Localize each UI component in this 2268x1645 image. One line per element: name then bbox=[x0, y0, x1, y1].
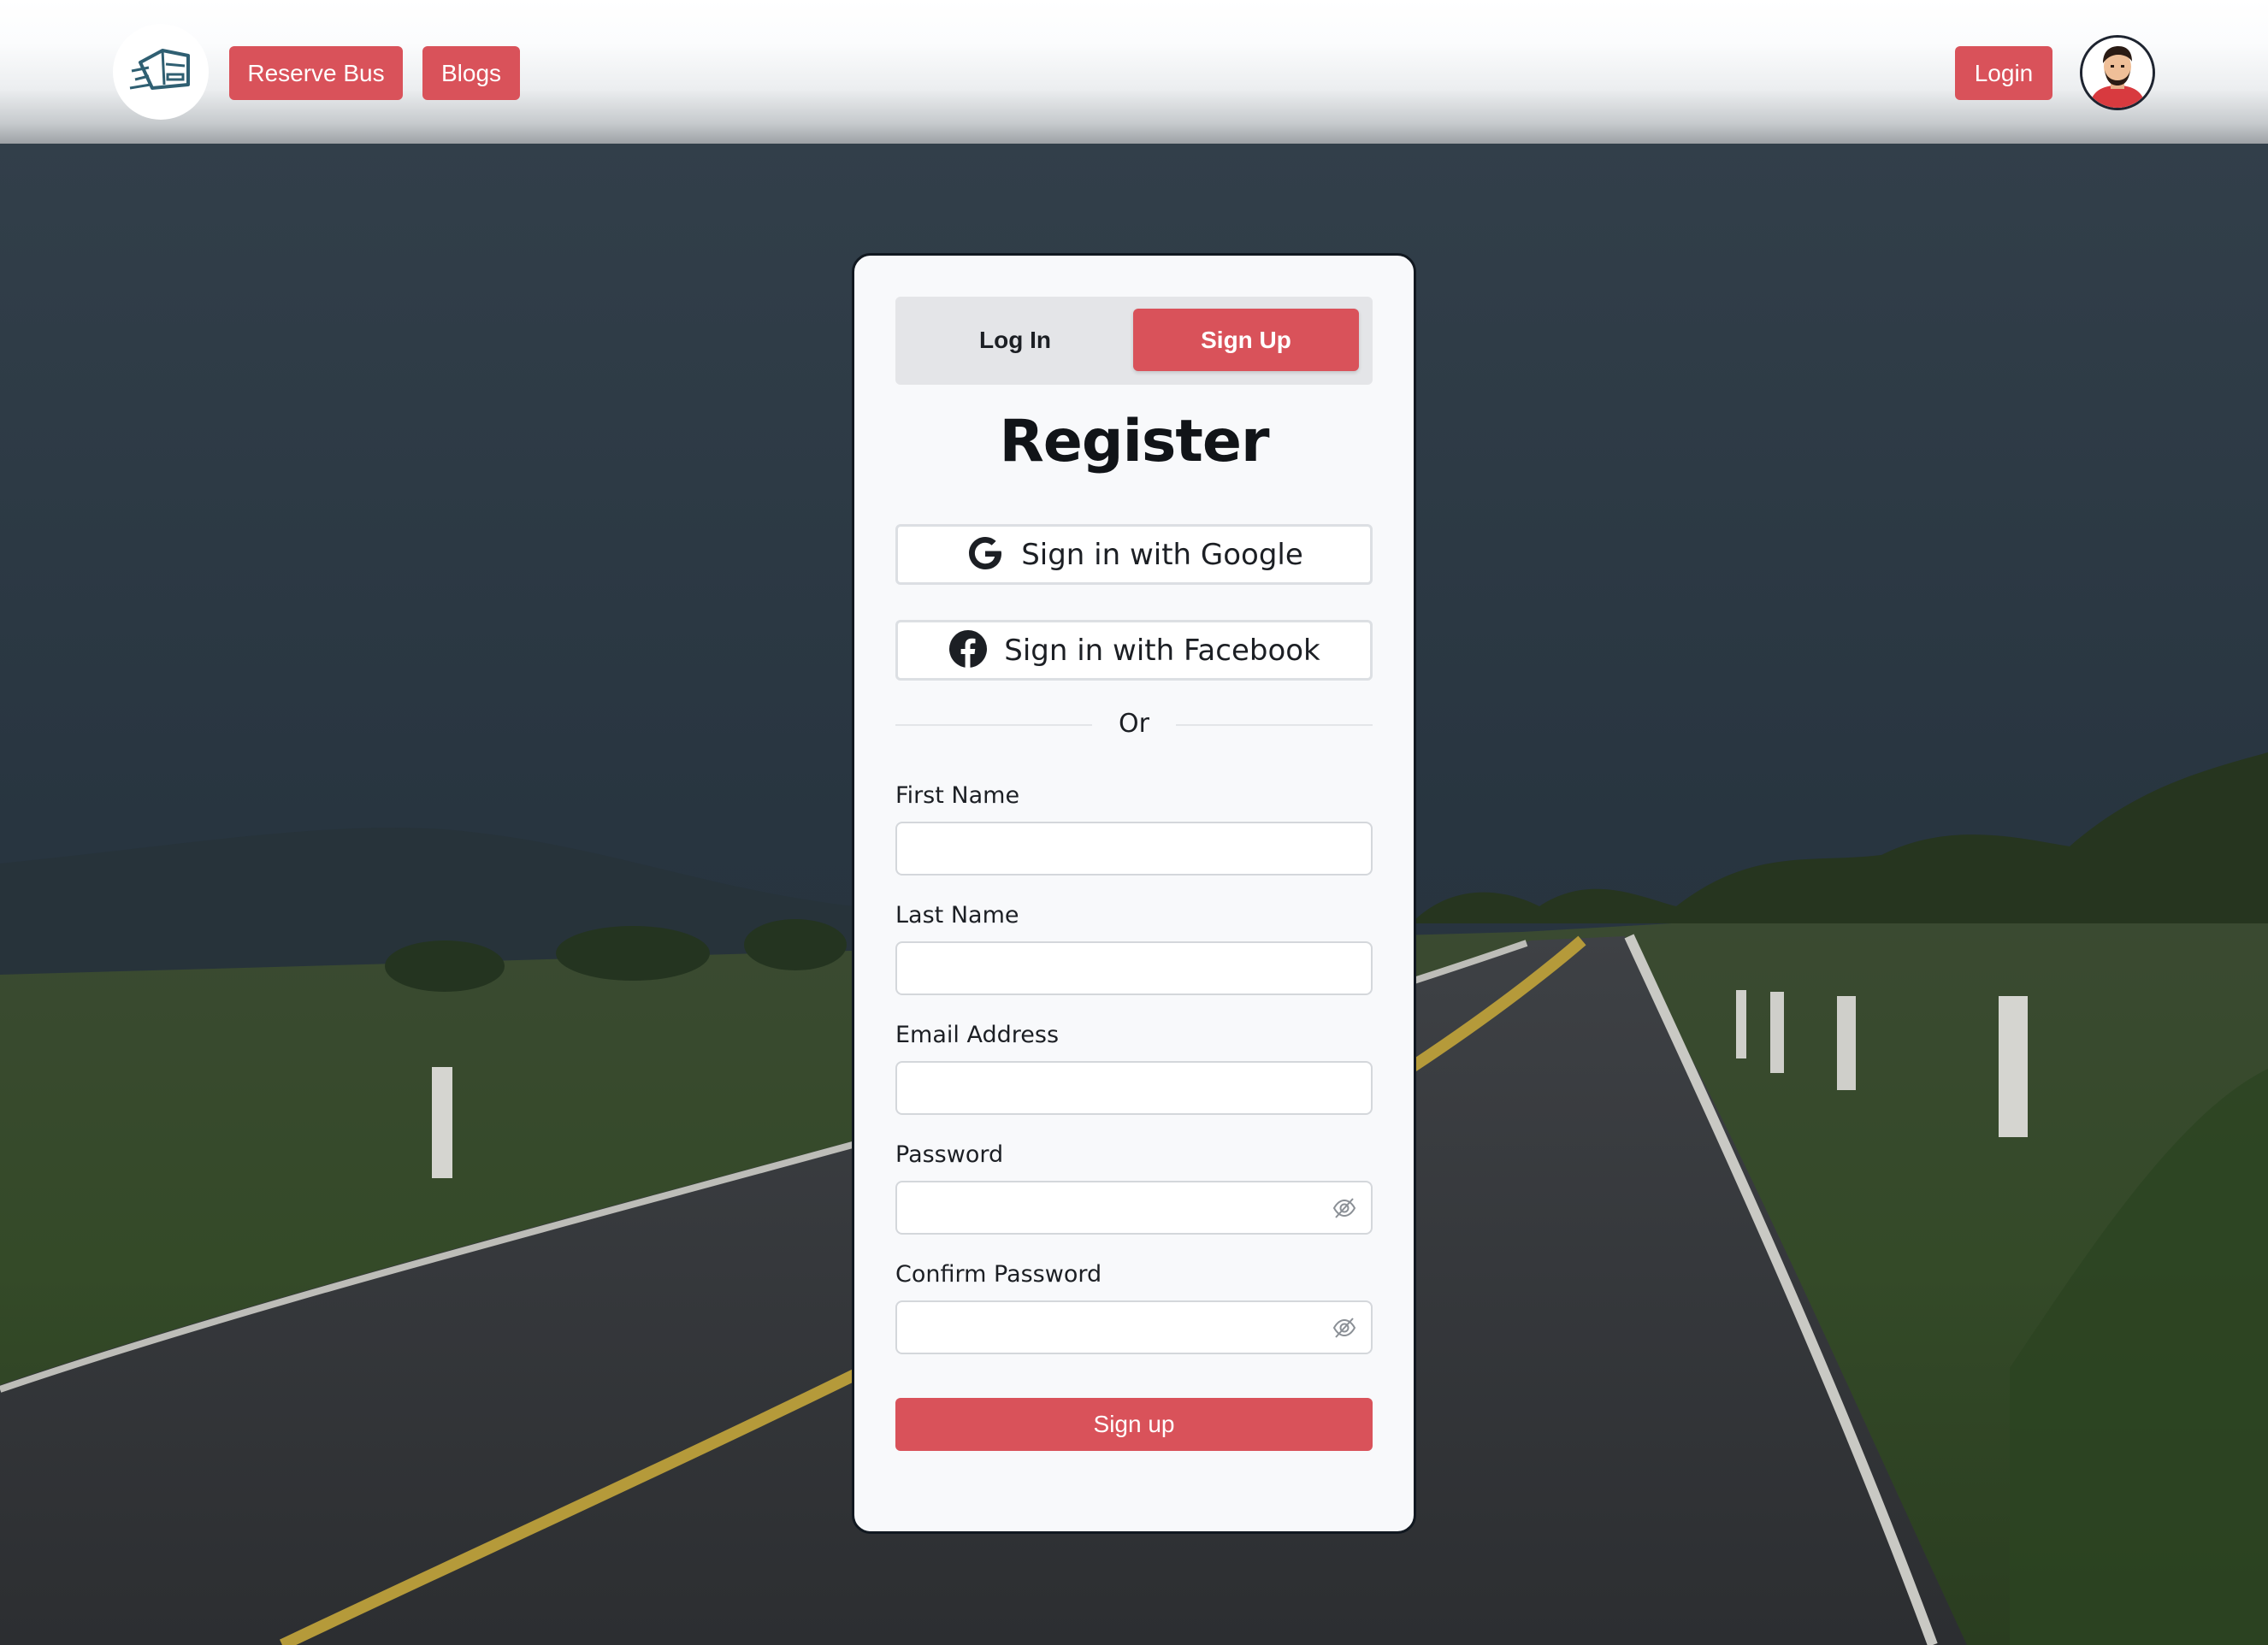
last-name-field[interactable] bbox=[895, 941, 1373, 995]
auth-tabs: Log In Sign Up bbox=[895, 297, 1373, 385]
facebook-icon bbox=[948, 628, 989, 673]
email-label: Email Address bbox=[895, 1022, 1060, 1048]
email-field[interactable] bbox=[895, 1061, 1373, 1115]
google-signin-label: Sign in with Google bbox=[1021, 537, 1303, 572]
first-name-field[interactable] bbox=[895, 822, 1373, 876]
last-name-label: Last Name bbox=[895, 902, 1019, 929]
confirm-password-field[interactable] bbox=[895, 1300, 1373, 1354]
password-field[interactable] bbox=[895, 1181, 1373, 1235]
eye-slash-icon[interactable] bbox=[1330, 1194, 1359, 1223]
or-divider-text: Or bbox=[1119, 709, 1149, 739]
facebook-signin-label: Sign in with Facebook bbox=[1004, 633, 1320, 668]
tab-log-in[interactable]: Log In bbox=[902, 309, 1128, 371]
google-signin-button[interactable]: Sign in with Google bbox=[895, 524, 1373, 585]
first-name-label: First Name bbox=[895, 782, 1020, 809]
eye-slash-icon[interactable] bbox=[1330, 1313, 1359, 1342]
reserve-bus-button[interactable]: Reserve Bus bbox=[229, 46, 403, 100]
or-divider: Or bbox=[895, 707, 1373, 741]
user-avatar-icon[interactable] bbox=[2080, 35, 2155, 110]
blogs-button[interactable]: Blogs bbox=[422, 46, 520, 100]
page-title: Register bbox=[999, 408, 1269, 475]
login-button[interactable]: Login bbox=[1955, 46, 2052, 100]
google-icon bbox=[965, 533, 1006, 577]
tab-sign-up[interactable]: Sign Up bbox=[1133, 309, 1359, 371]
password-label: Password bbox=[895, 1141, 1004, 1168]
facebook-signin-button[interactable]: Sign in with Facebook bbox=[895, 620, 1373, 681]
confirm-password-label: Confirm Password bbox=[895, 1261, 1102, 1288]
top-navbar: Reserve Bus Blogs Login bbox=[0, 0, 2268, 144]
register-card: Log In Sign Up Register Sign in with Goo… bbox=[852, 253, 1416, 1534]
bus-logo-icon[interactable] bbox=[113, 24, 209, 120]
sign-up-submit-button[interactable]: Sign up bbox=[895, 1398, 1373, 1451]
